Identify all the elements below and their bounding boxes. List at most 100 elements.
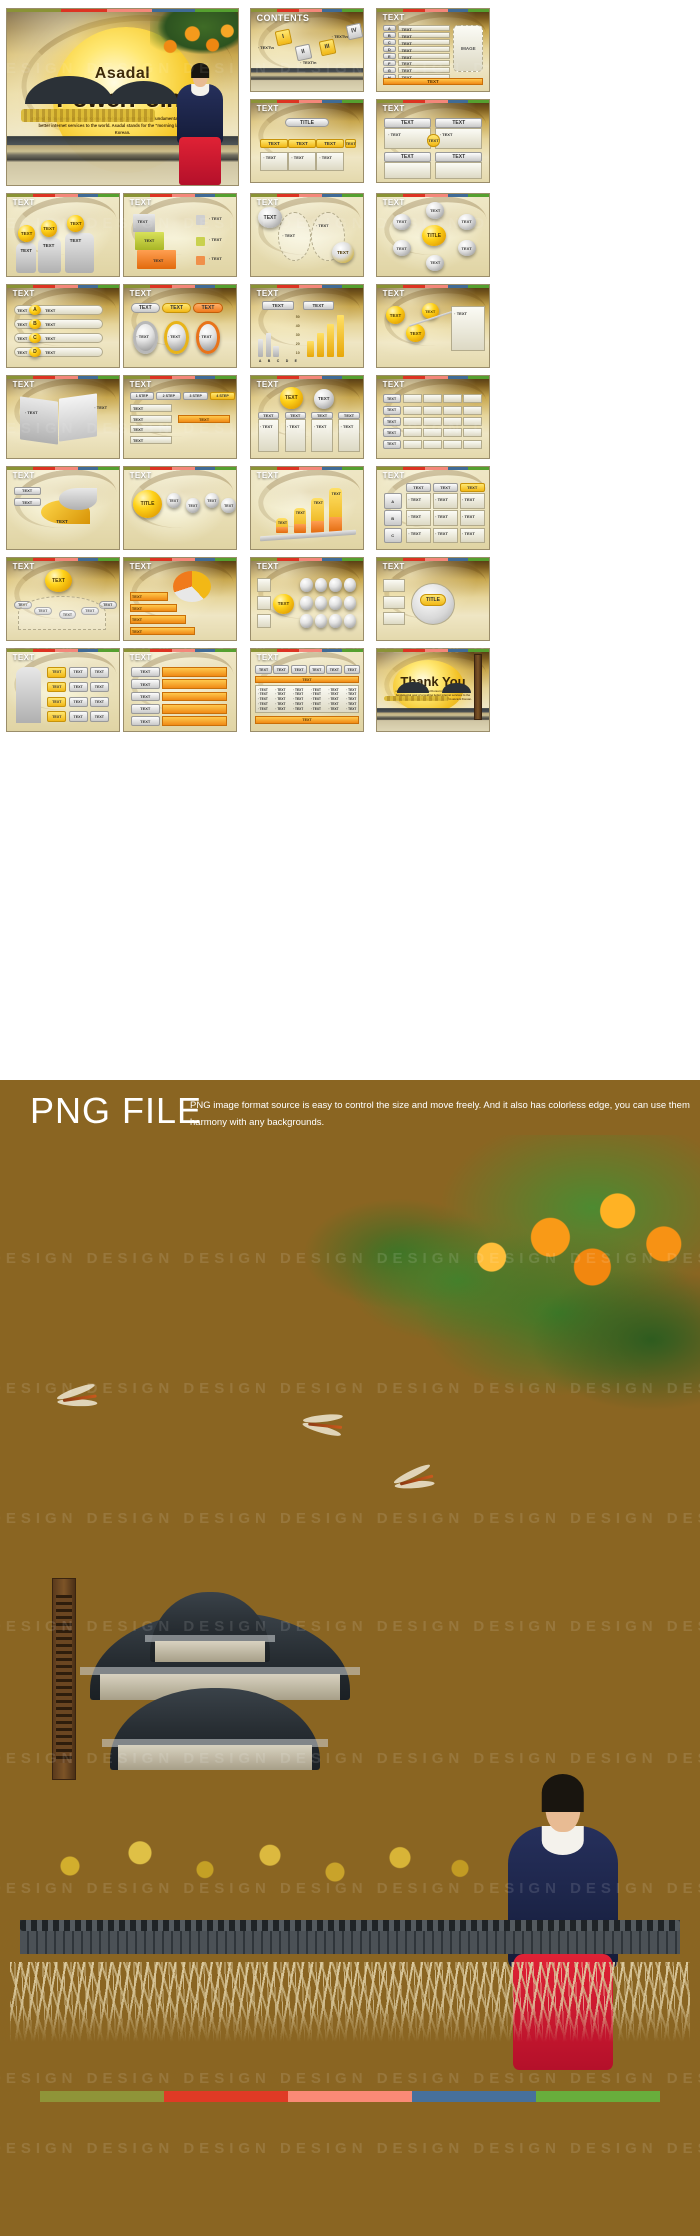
slide-thumbnail-8[interactable]: TEXT TITLE TEXT TEXT TEXT TEXT TEXT TEXT bbox=[376, 193, 490, 277]
fan-node-0: TEXT bbox=[166, 493, 182, 508]
slide-title: TEXT bbox=[382, 198, 405, 208]
slide-thumbnail-11[interactable]: TEXT TEXT TEXT 50 40 30 20 10 A B C D E bbox=[250, 284, 364, 368]
wt-cell: · TEXT bbox=[275, 707, 286, 712]
slide-title: TEXT bbox=[12, 380, 35, 390]
matrix-text: · TEXT bbox=[408, 531, 422, 537]
wt-cell: · TEXT bbox=[328, 707, 339, 712]
slide-thumbnail-17[interactable]: TEXT TEXT TEXT TEXT bbox=[6, 466, 120, 550]
slide-title: TEXT bbox=[12, 653, 35, 663]
barstep-o-1 bbox=[293, 523, 306, 533]
color-palette-bar bbox=[40, 2091, 660, 2102]
slide-colorbar bbox=[124, 285, 236, 288]
pearl-0-3 bbox=[343, 577, 357, 592]
wt-cell: · TEXT bbox=[257, 702, 268, 707]
slide-thumbnail-10[interactable]: TEXT TEXT · TEXT TEXT · TEXT TEXT · TEXT bbox=[123, 284, 237, 368]
slide-thumbnail-3[interactable]: TEXT TITLE TEXT TEXT TEXT TEXT · TEXT · TEXT · T… bbox=[250, 99, 364, 183]
ginkgo-leaves bbox=[383, 695, 449, 702]
pie-bar-label: TEXT bbox=[131, 617, 143, 623]
matrix-rowkey-C: C bbox=[383, 527, 402, 544]
slide-thumbnail-21[interactable]: TEXT TEXT TEXT TEXT TEXT TEXT TEXT bbox=[6, 557, 120, 641]
chart-bar-grey-2 bbox=[273, 345, 279, 358]
slide-thumbnail-2[interactable]: TEXTATEXTBTEXTCTEXTDTEXTETEXTFTEXTGTEXTH… bbox=[376, 8, 490, 92]
fan-center: TITLE bbox=[132, 489, 163, 518]
wt-cell: · TEXT bbox=[346, 702, 357, 707]
wt-head-0: TEXT bbox=[255, 665, 272, 675]
grid-key-2: TEXT bbox=[382, 417, 401, 427]
abc-label: TEXT bbox=[17, 349, 28, 355]
slide-thumbnail-16[interactable]: TEXT TEXT TEXT TEXT TEXT TEXT bbox=[376, 375, 490, 459]
matrix-head-1: TEXT bbox=[433, 483, 458, 492]
autumn-leaves-image bbox=[20, 1830, 520, 1890]
barstep-label: TEXT bbox=[277, 521, 288, 526]
slide-colorbar bbox=[377, 376, 489, 379]
slide-colorbar bbox=[377, 649, 489, 652]
list-text: TEXT bbox=[401, 61, 412, 67]
watermark-text: DESIGN DESIGN DESIGN DESIGN DESIGN DESIG… bbox=[0, 1750, 700, 1767]
wt-cell: · TEXT bbox=[346, 697, 357, 702]
abc-badge-C: C bbox=[29, 332, 41, 344]
slide-thumbnail-25[interactable]: TEXT TEXT TEXT TEXT TEXT TEXT TEXT TEXT TEXT TEXT… bbox=[6, 648, 120, 732]
slide-thumbnail-27[interactable]: TEXT TEXT TEXT TEXT TEXT TEXT TEXT TEXT · TEXT · … bbox=[250, 648, 364, 732]
slide-thumbnail-12[interactable]: TEXT TEXT TEXT TEXT · TEXT bbox=[376, 284, 490, 368]
wt-body bbox=[255, 685, 359, 713]
slide-thumbnail-1[interactable]: CONTENTSIIIIIIIV· TEXT\n· TEXT\n· TEXT\n bbox=[250, 8, 364, 92]
hanok-building-image bbox=[101, 1688, 329, 1770]
grid-cell-3-1 bbox=[422, 428, 442, 438]
slide-thumbnail-15[interactable]: TEXT TEXT TEXT TEXT · TEXT TEXT · TEXT TEXT · TE… bbox=[250, 375, 364, 459]
slide-thumbnail-19[interactable]: TEXT TEXT TEXT TEXT TEXT bbox=[250, 466, 364, 550]
slide-thumbnail-28[interactable]: Thank Youstarted its business in Seoul K… bbox=[376, 648, 490, 732]
list-letter-D: D bbox=[382, 46, 397, 53]
wt-cell: · TEXT bbox=[257, 692, 268, 697]
pearl-row-1 bbox=[256, 595, 272, 610]
col-text: · TEXT bbox=[259, 423, 273, 429]
barstep-label: TEXT bbox=[313, 501, 323, 506]
pie-bar-label: TEXT bbox=[131, 594, 143, 600]
col-head-3: TEXT bbox=[338, 412, 360, 420]
mini-cube-0 bbox=[195, 215, 205, 226]
fan-node-3: TEXT bbox=[221, 498, 236, 513]
list-letter-A: A bbox=[382, 25, 397, 32]
chart-axis-tick: 30 bbox=[295, 332, 300, 337]
stack-key-1: TEXT bbox=[130, 679, 160, 690]
slide-colorbar bbox=[377, 285, 489, 288]
house-cell-y-2: TEXT bbox=[47, 696, 67, 708]
chip-3: TEXT bbox=[345, 139, 357, 148]
slide-colorbar bbox=[7, 649, 119, 652]
abc-value: TEXT bbox=[45, 307, 56, 313]
ring-title-chip: TITLE bbox=[419, 594, 447, 606]
abc-label: TEXT bbox=[17, 307, 28, 313]
grid-cell-2-2 bbox=[443, 417, 463, 427]
slide-colorbar bbox=[251, 285, 363, 288]
matrix-text: · TEXT bbox=[462, 513, 475, 519]
slide-thumbnail-20[interactable]: TEXT TEXT TEXT TEXT A · TEXT · TEXT · TEXT B · TE… bbox=[376, 466, 490, 550]
slide-title-hero[interactable]: Asadal PowerPoint started its business i… bbox=[6, 8, 239, 186]
slide-thumbnail-13[interactable]: TEXT · TEXT · TEXT bbox=[6, 375, 120, 459]
matrix-text: · TEXT bbox=[408, 496, 422, 502]
chart-axis-tick: 10 bbox=[295, 350, 300, 355]
slide-thumbnail-7[interactable]: TEXT TEXT TEXT · TEXT · TEXT bbox=[250, 193, 364, 277]
wt-cell: · TEXT bbox=[346, 707, 357, 712]
slide-thumbnail-5[interactable]: TEXT TEXT TEXT TEXT TEXT TEXT TEXT bbox=[6, 193, 120, 277]
grid-cell-1-3 bbox=[463, 405, 483, 415]
orbit-node-0: TEXT bbox=[426, 202, 445, 219]
grid-cell-4-2 bbox=[443, 439, 463, 449]
slide-thumbnail-18[interactable]: TEXT TITLE TEXT TEXT TEXT TEXT bbox=[123, 466, 237, 550]
chart-bar-yellow-3 bbox=[337, 314, 344, 358]
slide-thumbnail-24[interactable]: TEXT TITLE bbox=[376, 557, 490, 641]
wt-ribbon-top: TEXT bbox=[255, 676, 359, 684]
abc-label: TEXT bbox=[17, 335, 28, 341]
grid-cell-2-3 bbox=[463, 417, 483, 427]
slide-thumbnail-23[interactable]: TEXT TEXT bbox=[250, 557, 364, 641]
step-head-3: 4 STEP bbox=[210, 392, 235, 400]
chart-bar-grey-1 bbox=[265, 332, 272, 358]
swoosh-text: · TEXT bbox=[454, 311, 467, 317]
slide-thumbnail-14[interactable]: TEXT 1 STEP 2 STEP 3 STEP 4 STEP TEXT TEXT TEXT… bbox=[123, 375, 237, 459]
slide-thumbnail-22[interactable]: TEXT TEXT TEXT TEXT TEXT bbox=[123, 557, 237, 641]
house-cell-a-2: TEXT bbox=[68, 696, 88, 708]
slide-thumbnail-9[interactable]: TEXT A TEXT TEXT B TEXT TEXT C TEXT TEXT D TEXT TEXT bbox=[6, 284, 120, 368]
barstep-label: TEXT bbox=[295, 511, 305, 516]
slide-thumbnail-4[interactable]: TEXT TEXT · TEXT TEXT TEXT · TEXT TEXT TEXT bbox=[376, 99, 490, 183]
slide-thumbnail-26[interactable]: TEXT TEXT TEXT TEXT TEXT TEXT bbox=[123, 648, 237, 732]
slide-thumbnail-6[interactable]: TEXT TEXT TEXT TEXT · TEXT · TEXT · TEXT bbox=[123, 193, 237, 277]
ginkgo-leaves bbox=[20, 109, 155, 122]
